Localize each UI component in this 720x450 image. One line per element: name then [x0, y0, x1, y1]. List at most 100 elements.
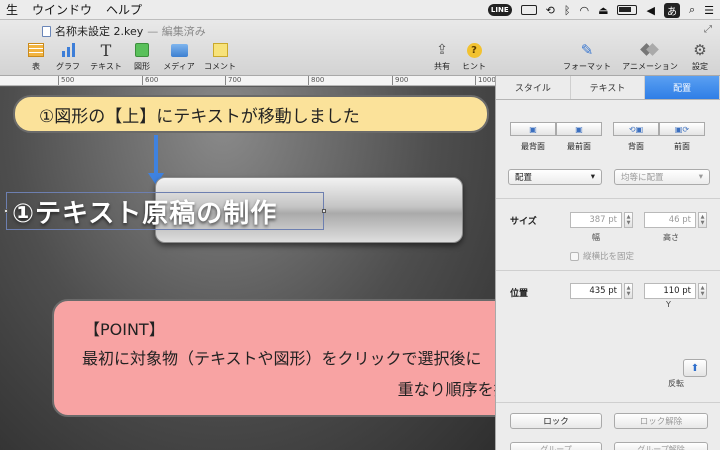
slide-canvas[interactable]: ①図形の【上】にテキストが移動しました ①テキスト原稿の制作 【POINT】 最…	[0, 87, 495, 450]
ruler-label: 600	[142, 76, 158, 85]
constrain-proportions-row[interactable]: 縦横比を固定	[570, 250, 634, 262]
divider	[496, 270, 720, 271]
share-icon: ⇪	[436, 42, 448, 58]
position-label: 位置	[510, 289, 529, 299]
ungroup-button[interactable]: グループ解除	[614, 442, 708, 450]
gear-icon: ⚙	[693, 41, 707, 59]
menu-bar: 生 ウインドウ ヘルプ LINE ⟲ ᛒ ◠ ⏏ ◀ あ ⌕ ☰	[0, 0, 720, 20]
ruler-label: 900	[392, 76, 408, 85]
chart-label: グラフ	[56, 62, 80, 71]
animation-icon	[642, 44, 658, 56]
chevron-down-icon: ▾	[590, 172, 595, 182]
selected-text-box[interactable]: ①テキスト原稿の制作	[12, 192, 277, 230]
table-icon	[28, 43, 44, 57]
media-label: メディア	[163, 62, 195, 71]
point-title: 【POINT】	[84, 320, 165, 339]
time-machine-icon[interactable]: ⟲	[546, 4, 555, 17]
volume-icon[interactable]: ◀	[646, 4, 654, 17]
divider	[496, 198, 720, 199]
bring-forward-button[interactable]: ▣⟳	[659, 122, 705, 136]
text-icon: T	[100, 40, 112, 60]
down-arrow-icon	[154, 135, 158, 175]
media-button[interactable]: メディア	[157, 42, 201, 72]
align-dropdown[interactable]: 配置 ▾	[508, 169, 602, 185]
eject-icon[interactable]: ⏏	[598, 4, 608, 17]
chart-icon	[61, 43, 75, 57]
send-to-back-button[interactable]: ▣	[510, 122, 556, 136]
bring-forward-icon: ▣⟳	[674, 124, 690, 134]
height-stepper[interactable]: ▲ ▼	[698, 212, 707, 228]
constrain-proportions-label: 縦横比を固定	[583, 252, 635, 262]
comment-icon	[212, 43, 228, 57]
menu-item-window[interactable]: ウインドウ	[32, 1, 92, 18]
comment-button[interactable]: コメント	[198, 42, 242, 72]
bring-forward-label: 前面	[674, 142, 690, 151]
constrain-proportions-checkbox[interactable]	[570, 251, 579, 261]
unlock-button[interactable]: ロック解除	[614, 413, 708, 429]
settings-label: 設定	[692, 62, 708, 71]
spotlight-search-icon[interactable]: ⌕	[689, 3, 695, 17]
send-backward-button[interactable]: ⟲▣	[613, 122, 659, 136]
airplay-icon[interactable]	[520, 5, 537, 15]
menu-item-partial[interactable]: 生	[6, 1, 18, 18]
width-field[interactable]: 387 pt	[570, 212, 622, 228]
battery-icon[interactable]	[617, 5, 638, 15]
format-label: フォーマット	[563, 62, 611, 71]
flip-vertical-button[interactable]: ⬆	[683, 359, 707, 377]
comment-label: コメント	[204, 62, 236, 71]
send-to-back-label: 最背面	[521, 142, 545, 151]
send-backward-icon: ⟲▣	[628, 124, 644, 134]
input-method-icon[interactable]: あ	[663, 2, 680, 18]
top-callout: ①図形の【上】にテキストが移動しました	[13, 95, 489, 133]
selection-handle-right[interactable]	[322, 209, 326, 213]
document-icon	[42, 25, 51, 37]
position-y-stepper[interactable]: ▲ ▼	[698, 283, 707, 299]
settings-button[interactable]: ⚙ 設定	[678, 41, 720, 72]
ruler-label: 800	[308, 76, 324, 85]
arrow-up-icon: ⬆	[690, 362, 700, 374]
horizontal-ruler: 500 600 700 800 900 1000	[0, 76, 495, 86]
tab-text[interactable]: テキスト	[571, 76, 646, 99]
send-to-back-icon: ▣	[529, 124, 537, 134]
line-app-icon[interactable]: LINE	[487, 4, 512, 16]
share-label: 共有	[434, 62, 450, 71]
height-caption: 高さ	[663, 233, 679, 242]
ruler-label: 1000	[475, 76, 495, 85]
height-field[interactable]: 46 pt	[644, 212, 696, 228]
bring-to-front-icon: ▣	[575, 124, 583, 134]
document-status: — 編集済み	[147, 25, 206, 38]
tab-arrange[interactable]: 配置	[645, 76, 720, 99]
animation-button[interactable]: アニメーション	[622, 42, 678, 72]
bring-to-front-button[interactable]: ▣	[556, 122, 602, 136]
wifi-icon[interactable]: ◠	[579, 4, 589, 17]
menu-items: 生 ウインドウ ヘルプ	[6, 1, 142, 18]
bluetooth-icon[interactable]: ᛒ	[564, 4, 571, 17]
position-x-stepper[interactable]: ▲ ▼	[624, 283, 633, 299]
selection-handle-left[interactable]	[4, 209, 8, 213]
point-line-2: 重なり順序を指定する手順です。	[397, 380, 495, 399]
document-title[interactable]: 名称未設定 2.key — 編集済み	[42, 23, 206, 39]
ruler-label: 500	[58, 76, 74, 85]
hint-button[interactable]: ? ヒント	[452, 42, 496, 72]
distribute-dropdown[interactable]: 均等に配置 ▾	[614, 169, 710, 185]
fullscreen-icon[interactable]: ⤢	[704, 24, 712, 35]
width-stepper[interactable]: ▲ ▼	[624, 212, 633, 228]
document-name: 名称未設定 2.key	[55, 25, 144, 38]
notification-center-icon[interactable]: ☰	[704, 4, 714, 17]
format-button[interactable]: ✎ フォーマット	[563, 41, 611, 72]
position-y-field[interactable]: 110 pt	[644, 283, 696, 299]
back-front-group: ▣ ▣	[510, 122, 602, 136]
tab-style[interactable]: スタイル	[496, 76, 571, 99]
width-caption: 幅	[592, 233, 600, 242]
top-callout-text: ①図形の【上】にテキストが移動しました	[39, 106, 360, 127]
toolbar: 名称未設定 2.key — 編集済み ⤢ 表 グラフ T テキスト 図形 メディ…	[0, 20, 720, 76]
point-line-1: 最初に対象物（テキストや図形）をクリックで選択後に	[82, 349, 482, 368]
group-button[interactable]: グループ	[510, 442, 602, 450]
menu-item-help[interactable]: ヘルプ	[106, 1, 142, 18]
paintbrush-icon: ✎	[580, 41, 594, 59]
hint-icon: ?	[466, 42, 482, 58]
align-dropdown-value: 配置	[515, 173, 533, 183]
hint-label: ヒント	[462, 62, 486, 71]
lock-button[interactable]: ロック	[510, 413, 602, 429]
position-x-field[interactable]: 435 pt	[570, 283, 622, 299]
